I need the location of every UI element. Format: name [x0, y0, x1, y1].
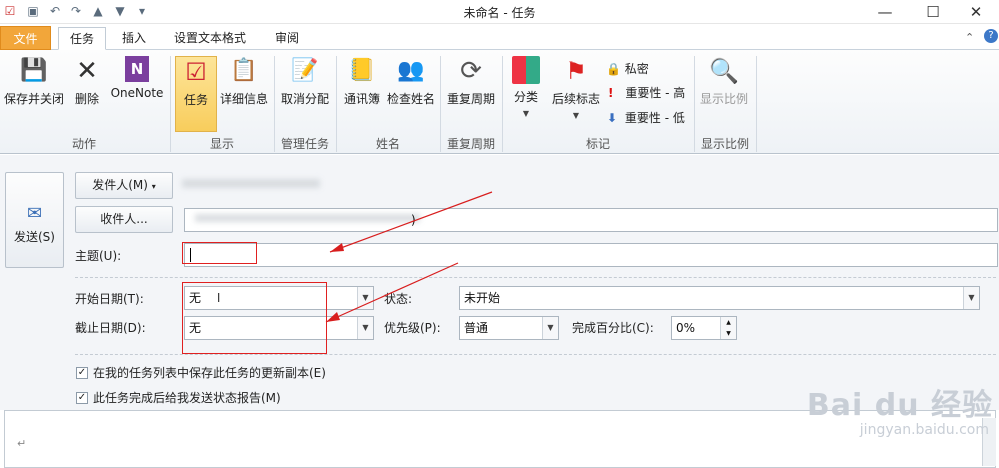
arrowhead-dates [326, 312, 340, 322]
arrow-to-subject [329, 191, 493, 253]
watermark-brand: Bai du 经验 [806, 388, 993, 423]
arrow-to-dates [325, 262, 459, 323]
watermark-url: jingyan.baidu.com [859, 422, 989, 438]
arrowhead-subject [330, 243, 344, 252]
